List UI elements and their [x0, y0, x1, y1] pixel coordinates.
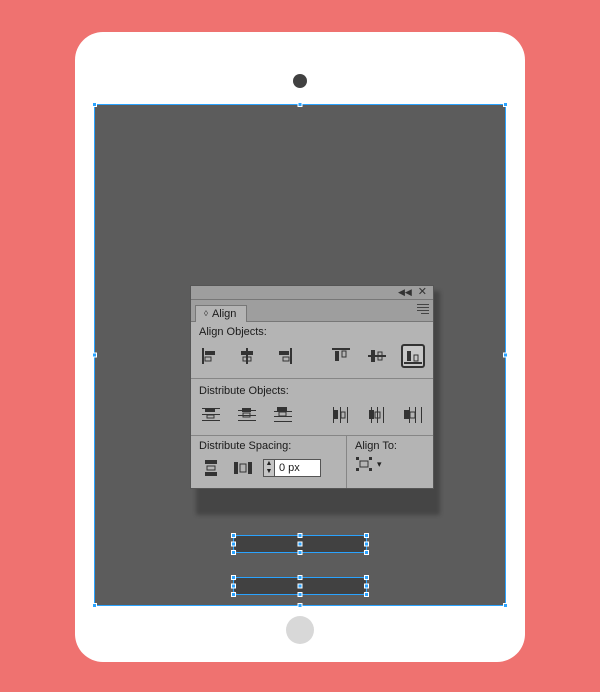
align-tab[interactable]: ◊ Align [195, 305, 247, 322]
align-vcenter-button[interactable] [365, 344, 389, 368]
panel-menu-icon[interactable] [415, 304, 429, 314]
divider [191, 378, 433, 379]
distribute-hcenter-button[interactable] [365, 403, 389, 427]
align-hcenter-button[interactable] [235, 344, 259, 368]
step-down-icon[interactable]: ▼ [264, 468, 274, 476]
distribute-top-button[interactable] [199, 403, 223, 427]
align-bottom-button[interactable] [401, 344, 425, 368]
align-to-label: Align To: [355, 440, 425, 452]
distribute-space-horizontal-button[interactable] [231, 456, 255, 480]
panel-titlebar[interactable]: ◀◀ ✕ [191, 286, 433, 300]
panel-bottom-row: Distribute Spacing: ▲ ▼ 0 px Align To: [191, 435, 433, 488]
step-up-icon[interactable]: ▲ [264, 460, 274, 468]
ipad-camera [293, 74, 307, 88]
align-tab-label: Align [212, 308, 236, 320]
close-icon[interactable]: ✕ [418, 287, 427, 298]
align-to-dropdown[interactable]: ▾ [355, 456, 425, 472]
distribute-left-button[interactable] [329, 403, 353, 427]
align-right-button[interactable] [271, 344, 295, 368]
align-to-selection-icon [355, 456, 373, 472]
tab-chevron-icon: ◊ [204, 310, 208, 318]
align-to-section: Align To: ▾ [347, 436, 433, 488]
align-objects-label: Align Objects: [199, 326, 425, 338]
stepper-arrows-icon[interactable]: ▲ ▼ [263, 459, 275, 477]
align-panel: ◀◀ ✕ ◊ Align Align Objects: [190, 285, 434, 489]
dark-bar-1[interactable] [233, 535, 367, 553]
dark-bar-2[interactable] [233, 577, 367, 595]
distribute-objects-label: Distribute Objects: [199, 385, 425, 397]
align-objects-section: Align Objects: [191, 322, 433, 376]
chevron-down-icon: ▾ [377, 459, 382, 470]
distribute-spacing-label: Distribute Spacing: [199, 440, 338, 452]
collapse-icon[interactable]: ◀◀ [398, 288, 412, 297]
distribute-space-vertical-button[interactable] [199, 456, 223, 480]
distribute-vcenter-button[interactable] [235, 403, 259, 427]
align-left-button[interactable] [199, 344, 223, 368]
align-top-button[interactable] [329, 344, 353, 368]
distribute-spacing-section: Distribute Spacing: ▲ ▼ 0 px [191, 436, 347, 488]
ipad-home-button [286, 616, 314, 644]
spacing-input[interactable]: 0 px [275, 459, 321, 477]
spacing-stepper[interactable]: ▲ ▼ 0 px [263, 459, 321, 477]
distribute-right-button[interactable] [401, 403, 425, 427]
distribute-objects-section: Distribute Objects: [191, 381, 433, 435]
distribute-bottom-button[interactable] [271, 403, 295, 427]
panel-tabs: ◊ Align [191, 300, 433, 322]
